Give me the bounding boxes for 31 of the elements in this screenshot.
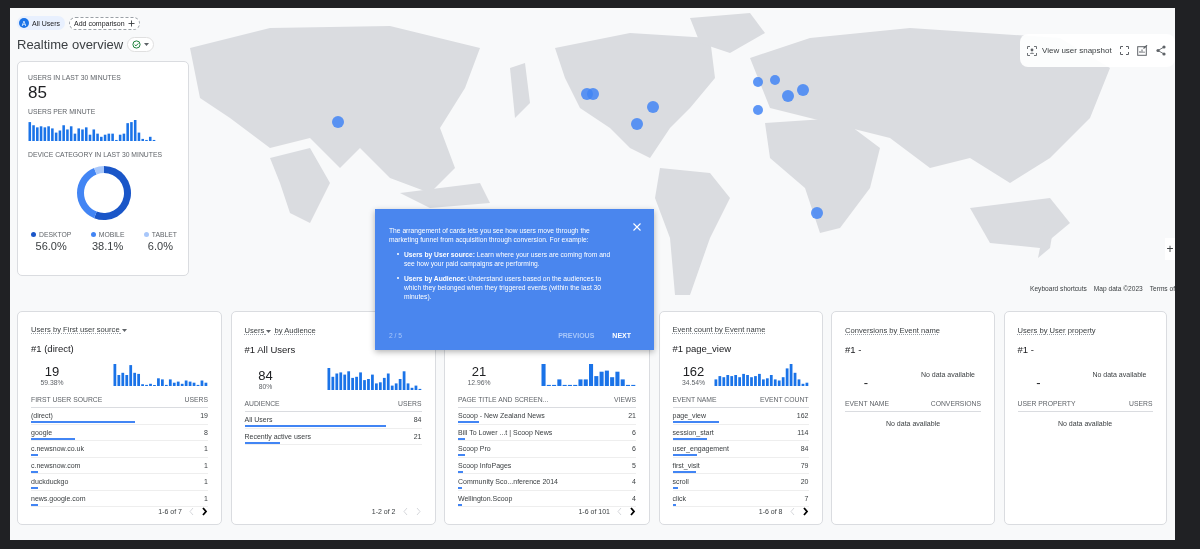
- user-count: 85: [28, 83, 48, 103]
- top-item: #1 -: [1017, 344, 1034, 355]
- share-icon[interactable]: [1155, 45, 1166, 56]
- caret-icon: [266, 329, 272, 333]
- chevron-right-icon[interactable]: [629, 507, 636, 516]
- top-item: #1 -: [845, 344, 862, 355]
- legend-value: 38.1%: [91, 240, 124, 252]
- chart-edit-icon[interactable]: [1136, 45, 1148, 56]
- metric-value: 162: [682, 364, 705, 379]
- legend-value: 6.0%: [147, 240, 173, 252]
- metric-value: 21: [471, 364, 487, 379]
- legend-value: 56.0%: [35, 240, 67, 252]
- metric-value: 84: [258, 368, 273, 383]
- top-item: #1 (direct): [31, 343, 74, 355]
- check-circle-icon: [132, 40, 142, 49]
- metric-value: -: [863, 375, 869, 390]
- top-item: #1 page_view: [672, 343, 732, 355]
- chevron-right-icon[interactable]: [201, 507, 208, 516]
- chevron-right-icon[interactable]: [801, 507, 809, 516]
- metric-value: -: [1036, 375, 1041, 390]
- caret-icon: [144, 43, 150, 46]
- fullscreen-icon[interactable]: [1119, 46, 1129, 55]
- close-icon[interactable]: [633, 223, 641, 231]
- person-frame-icon: [1027, 45, 1037, 56]
- caret-icon: [121, 329, 127, 333]
- top-item: #1 All Users: [244, 344, 296, 355]
- plus-icon: [127, 19, 135, 27]
- zoom-in-button[interactable]: +: [1165, 238, 1175, 260]
- metric-value: 19: [44, 364, 60, 379]
- view-user-snapshot-button[interactable]: View user snapshot: [1027, 45, 1112, 56]
- page-title: Realtime overview: [17, 37, 124, 52]
